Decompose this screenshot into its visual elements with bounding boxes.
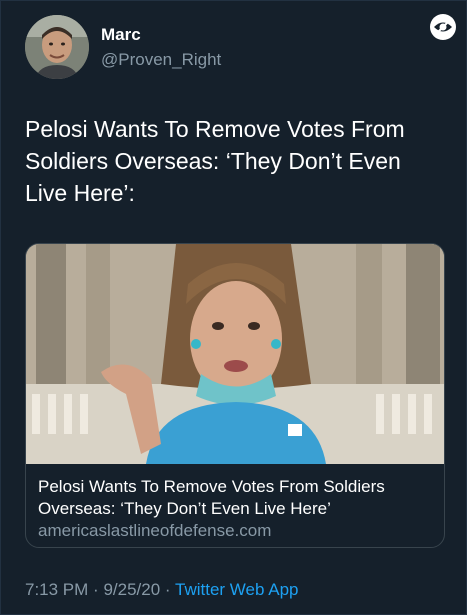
- author-handle[interactable]: @Proven_Right: [101, 50, 221, 70]
- meta-separator: ·: [164, 580, 171, 599]
- tweet-text: Pelosi Wants To Remove Votes From Soldie…: [25, 116, 405, 206]
- tweet-meta: 7:13 PM · 9/25/20 · Twitter Web App: [25, 580, 298, 600]
- tweet-time[interactable]: 7:13 PM: [25, 580, 88, 599]
- link-card[interactable]: Pelosi Wants To Remove Votes From Soldie…: [25, 243, 445, 548]
- tweet-container: Marc @Proven_Right Pelosi Wants To Remov…: [0, 0, 467, 615]
- card-title[interactable]: Pelosi Wants To Remove Votes From Soldie…: [38, 476, 434, 520]
- tweet-date[interactable]: 9/25/20: [103, 580, 160, 599]
- card-domain[interactable]: americaslastlineofdefense.com: [38, 521, 271, 541]
- meta-separator: ·: [93, 580, 99, 599]
- avatar[interactable]: [25, 15, 89, 79]
- card-image[interactable]: [26, 244, 445, 464]
- tweet-source-app[interactable]: Twitter Web App: [175, 580, 298, 599]
- author-name[interactable]: Marc: [101, 25, 141, 45]
- eye-icon[interactable]: [429, 13, 457, 41]
